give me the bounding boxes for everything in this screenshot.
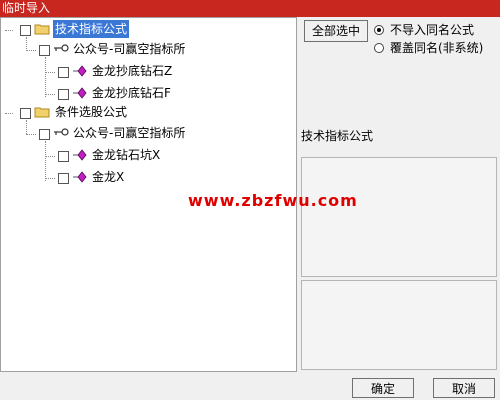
cancel-button[interactable]: 取消 — [433, 378, 495, 398]
tree-group-label-technical[interactable]: 技术指标公式 — [53, 20, 130, 38]
option-label: 不导入同名公式 — [390, 23, 475, 37]
subgroup-checkbox[interactable] — [39, 129, 50, 140]
folder-icon — [34, 107, 50, 118]
subgroup-checkbox[interactable] — [39, 45, 50, 56]
item-checkbox[interactable] — [58, 151, 69, 162]
description-box — [301, 157, 497, 277]
tree-item-label[interactable]: 金龙钻石坑X — [92, 146, 160, 164]
group-checkbox-condition[interactable] — [20, 108, 31, 119]
watermark-text: www.zbzfwu.com — [188, 191, 358, 210]
detail-box — [301, 280, 497, 370]
item-checkbox[interactable] — [58, 67, 69, 78]
formula-gem-icon — [73, 87, 87, 99]
tree-group-label-condition[interactable]: 条件选股公式 — [55, 103, 127, 121]
key-icon — [54, 44, 69, 52]
folder-icon — [34, 24, 50, 35]
item-checkbox[interactable] — [58, 173, 69, 184]
option-skip-duplicates[interactable]: 不导入同名公式 — [374, 22, 474, 38]
window-title: 临时导入 — [2, 1, 51, 15]
radio-skip-duplicates[interactable] — [374, 25, 384, 35]
key-icon — [54, 128, 69, 136]
section-title: 技术指标公式 — [301, 129, 374, 143]
tree-item-label[interactable]: 金龙X — [92, 168, 124, 186]
formula-gem-icon — [73, 149, 87, 161]
tree-subgroup-label[interactable]: 公众号-司赢空指标所 — [73, 40, 185, 58]
radio-overwrite-duplicates[interactable] — [374, 43, 384, 53]
option-label: 覆盖同名(非系统) — [390, 41, 484, 55]
formula-gem-icon — [73, 65, 87, 77]
tree-item-label[interactable]: 金龙抄底钻石Z — [92, 62, 172, 80]
group-checkbox-technical[interactable] — [20, 25, 31, 36]
ok-button[interactable]: 确定 — [352, 378, 414, 398]
tree-item-label[interactable]: 金龙抄底钻石F — [92, 84, 171, 102]
tree-subgroup-label[interactable]: 公众号-司赢空指标所 — [73, 124, 185, 142]
window-titlebar: 临时导入 — [0, 0, 500, 17]
select-all-button[interactable]: 全部选中 — [304, 20, 368, 42]
item-checkbox[interactable] — [58, 89, 69, 100]
formula-gem-icon — [73, 171, 87, 183]
option-overwrite-duplicates[interactable]: 覆盖同名(非系统) — [374, 40, 483, 56]
